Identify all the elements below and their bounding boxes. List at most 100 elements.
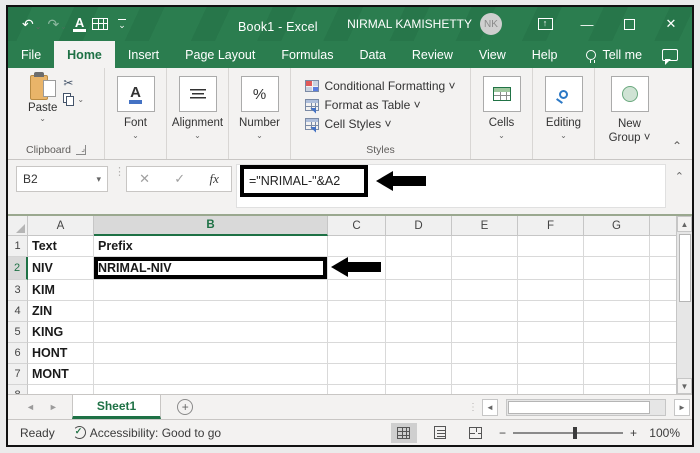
cell-D3[interactable] bbox=[386, 280, 452, 301]
cell-E5[interactable] bbox=[452, 322, 518, 343]
cell-A8[interactable] bbox=[28, 385, 94, 394]
horizontal-scroll-thumb[interactable] bbox=[508, 401, 650, 414]
cell-G7[interactable] bbox=[584, 364, 650, 385]
copy-button[interactable]: ⌄ bbox=[63, 93, 84, 106]
cell-A5[interactable]: KING bbox=[28, 322, 94, 343]
tab-view[interactable]: View bbox=[466, 41, 519, 68]
cell-E3[interactable] bbox=[452, 280, 518, 301]
number-group-collapsed[interactable]: % Number ⌄ bbox=[228, 68, 290, 159]
tab-file[interactable]: File bbox=[8, 41, 54, 68]
cell-C8[interactable] bbox=[328, 385, 386, 394]
normal-view-button[interactable] bbox=[391, 423, 417, 443]
maximize-button[interactable] bbox=[608, 9, 650, 39]
column-header-A[interactable]: A bbox=[28, 216, 94, 236]
alignment-group-collapsed[interactable]: Alignment ⌄ bbox=[166, 68, 228, 159]
cell-styles-button[interactable]: Cell Styles ˅ bbox=[305, 117, 391, 131]
column-header-B[interactable]: B bbox=[94, 216, 328, 236]
cell-A1[interactable]: Text bbox=[28, 236, 94, 257]
dialog-launcher-icon[interactable]: ⌟ bbox=[76, 145, 86, 155]
cell-D6[interactable] bbox=[386, 343, 452, 364]
cell-E4[interactable] bbox=[452, 301, 518, 322]
row-header-2[interactable]: 2 bbox=[8, 257, 28, 280]
row-header-8[interactable]: 8 bbox=[8, 385, 28, 394]
page-break-view-button[interactable] bbox=[463, 423, 489, 443]
cell-G1[interactable] bbox=[584, 236, 650, 257]
insert-function-button[interactable]: fx bbox=[209, 171, 218, 187]
expand-formula-bar-button[interactable]: ⌃ bbox=[675, 170, 684, 183]
sheet-nav-left-icon[interactable]: ◄ bbox=[26, 402, 35, 412]
cell-B3[interactable] bbox=[94, 280, 328, 301]
tab-help[interactable]: Help bbox=[519, 41, 571, 68]
conditional-formatting-button[interactable]: Conditional Formatting ˅ bbox=[305, 79, 455, 93]
cell-F2[interactable] bbox=[518, 257, 584, 280]
font-group-collapsed[interactable]: A Font ⌄ bbox=[104, 68, 166, 159]
scroll-right-icon[interactable]: ► bbox=[674, 399, 690, 416]
column-header-G[interactable]: G bbox=[584, 216, 650, 236]
cell-E2[interactable] bbox=[452, 257, 518, 280]
enter-button[interactable]: ✓ bbox=[174, 171, 185, 187]
row-header-4[interactable]: 4 bbox=[8, 301, 28, 322]
cell-C5[interactable] bbox=[328, 322, 386, 343]
cell-C7[interactable] bbox=[328, 364, 386, 385]
cell-A3[interactable]: KIM bbox=[28, 280, 94, 301]
customize-qat-button[interactable]: ⌄ bbox=[112, 18, 128, 30]
underline-button[interactable]: A bbox=[71, 15, 88, 33]
row-header-5[interactable]: 5 bbox=[8, 322, 28, 343]
cell-B4[interactable] bbox=[94, 301, 328, 322]
accessibility-status[interactable]: Accessibility: Good to go bbox=[73, 426, 221, 440]
tab-data[interactable]: Data bbox=[346, 41, 398, 68]
minimize-button[interactable]: — bbox=[566, 9, 608, 39]
zoom-slider[interactable] bbox=[513, 432, 623, 434]
cell-F4[interactable] bbox=[518, 301, 584, 322]
collapse-ribbon-button[interactable]: ⌃ bbox=[672, 139, 682, 153]
column-header-F[interactable]: F bbox=[518, 216, 584, 236]
cell-G6[interactable] bbox=[584, 343, 650, 364]
ribbon-display-options-button[interactable]: ↑ bbox=[524, 9, 566, 39]
scroll-left-icon[interactable]: ◄ bbox=[482, 399, 498, 416]
cell-B5[interactable] bbox=[94, 322, 328, 343]
tab-page-layout[interactable]: Page Layout bbox=[172, 41, 268, 68]
cell-F6[interactable] bbox=[518, 343, 584, 364]
cell-B2[interactable]: NRIMAL-NIV bbox=[94, 257, 328, 280]
row-header-3[interactable]: 3 bbox=[8, 280, 28, 301]
cell-G3[interactable] bbox=[584, 280, 650, 301]
scroll-down-icon[interactable]: ▼ bbox=[677, 378, 692, 394]
cell-G4[interactable] bbox=[584, 301, 650, 322]
zoom-level[interactable]: 100% bbox=[644, 426, 680, 440]
user-name[interactable]: NIRMAL KAMISHETTY bbox=[347, 17, 472, 31]
cut-button[interactable]: ✂ bbox=[63, 76, 84, 90]
cell-E1[interactable] bbox=[452, 236, 518, 257]
cell-C3[interactable] bbox=[328, 280, 386, 301]
cell-A2[interactable]: NIV bbox=[28, 257, 94, 280]
cell-C6[interactable] bbox=[328, 343, 386, 364]
editing-group-collapsed[interactable]: Editing ⌄ bbox=[532, 68, 594, 159]
cell-D2[interactable] bbox=[386, 257, 452, 280]
row-header-6[interactable]: 6 bbox=[8, 343, 28, 364]
cell-E6[interactable] bbox=[452, 343, 518, 364]
undo-button[interactable]: ↶⌄ bbox=[20, 15, 43, 34]
column-header-D[interactable]: D bbox=[386, 216, 452, 236]
cell-F3[interactable] bbox=[518, 280, 584, 301]
cell-F7[interactable] bbox=[518, 364, 584, 385]
close-button[interactable]: ✕ bbox=[650, 9, 692, 39]
select-all-button[interactable] bbox=[8, 216, 28, 236]
cell-A4[interactable]: ZIN bbox=[28, 301, 94, 322]
cell-D8[interactable] bbox=[386, 385, 452, 394]
cell-B1[interactable]: Prefix bbox=[94, 236, 328, 257]
tab-review[interactable]: Review bbox=[399, 41, 466, 68]
cancel-button[interactable]: ✕ bbox=[139, 171, 150, 187]
cell-C4[interactable] bbox=[328, 301, 386, 322]
tell-me-box[interactable]: Tell me bbox=[576, 41, 652, 68]
cell-E7[interactable] bbox=[452, 364, 518, 385]
new-sheet-button[interactable]: + bbox=[177, 395, 193, 419]
cell-D4[interactable] bbox=[386, 301, 452, 322]
cell-F5[interactable] bbox=[518, 322, 584, 343]
cell-B7[interactable] bbox=[94, 364, 328, 385]
borders-button[interactable] bbox=[90, 17, 110, 31]
cell-D5[interactable] bbox=[386, 322, 452, 343]
comments-icon[interactable] bbox=[662, 49, 678, 61]
tab-insert[interactable]: Insert bbox=[115, 41, 172, 68]
sheet-nav-right-icon[interactable]: ► bbox=[49, 402, 58, 412]
cell-G2[interactable] bbox=[584, 257, 650, 280]
vertical-scroll-thumb[interactable] bbox=[679, 234, 691, 302]
